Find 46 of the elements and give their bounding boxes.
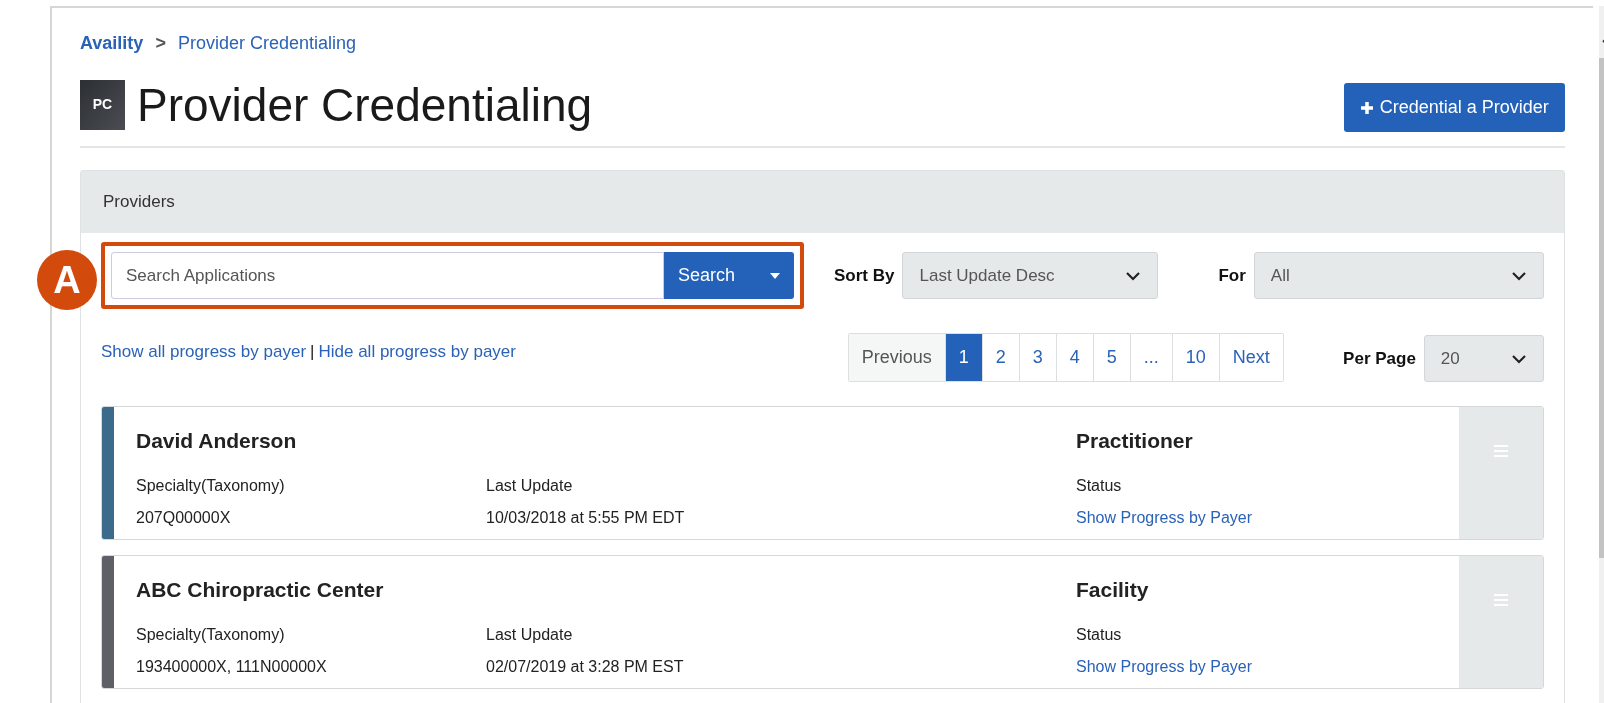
per-page-select[interactable]: 20	[1423, 335, 1544, 382]
progress-link[interactable]: Show Progress by Payer	[1076, 655, 1459, 679]
chevron-down-icon	[1510, 270, 1527, 281]
per-page-label: Per Page	[1343, 347, 1416, 370]
breadcrumb-link[interactable]: Availity	[80, 30, 144, 57]
specialty-label: Specialty(Taxonomy)	[136, 625, 286, 645]
menu-icon	[1493, 594, 1508, 606]
caret-icon	[770, 272, 780, 279]
specialty-value: 207Q00000X	[136, 508, 232, 528]
breadcrumb-link[interactable]: Provider Credentialing	[177, 30, 356, 57]
panel-title: Providers	[103, 191, 175, 214]
progress-link[interactable]: Show Progress by Payer	[1076, 506, 1459, 530]
chevron-down-icon	[1125, 270, 1142, 281]
provider-name: David Anderson	[136, 428, 298, 454]
update-label: Last Update	[486, 625, 574, 645]
link-separator: |	[310, 341, 315, 363]
specialty-value: 193400000X, 111N00000X	[136, 657, 328, 677]
page-button[interactable]: 1	[944, 334, 982, 381]
search-field[interactable]: Search Applications	[111, 252, 664, 299]
search-button[interactable]: Search	[664, 252, 794, 299]
menu-icon	[1493, 445, 1508, 457]
chevron-down-icon	[1510, 353, 1527, 364]
sort-select[interactable]: Last Update Desc	[902, 252, 1159, 299]
credential-provider-button[interactable]: Credential a Provider	[1343, 83, 1565, 132]
provider-type: Facility	[1076, 577, 1150, 603]
update-label: Last Update	[486, 476, 574, 496]
app-icon: PC	[80, 79, 125, 130]
status-label: Status	[1076, 625, 1123, 645]
page-button[interactable]: Next	[1218, 334, 1283, 381]
card-menu-button[interactable]	[1458, 407, 1543, 539]
status-label: Status	[1076, 476, 1123, 496]
filter-select[interactable]: All	[1253, 252, 1544, 299]
callout-badge: A	[37, 250, 97, 310]
card-menu-button[interactable]	[1458, 556, 1543, 688]
sort-label: Sort By	[834, 264, 895, 287]
provider-type: Practitioner	[1076, 428, 1194, 454]
page-button[interactable]: Previous	[848, 334, 945, 381]
filter-label: For	[1218, 264, 1246, 287]
hide-progress-link[interactable]: Hide all progress by payer	[318, 339, 516, 365]
breadcrumb-separator: >	[155, 32, 166, 55]
plus-icon	[1359, 100, 1374, 115]
provider-name: ABC Chiropractic Center	[136, 577, 385, 603]
update-value: 10/03/2018 at 5:55 PM EDT	[486, 508, 686, 528]
specialty-label: Specialty(Taxonomy)	[136, 476, 286, 496]
show-progress-link[interactable]: Show all progress by payer	[101, 339, 307, 365]
update-value: 02/07/2019 at 3:28 PM EST	[486, 657, 685, 677]
